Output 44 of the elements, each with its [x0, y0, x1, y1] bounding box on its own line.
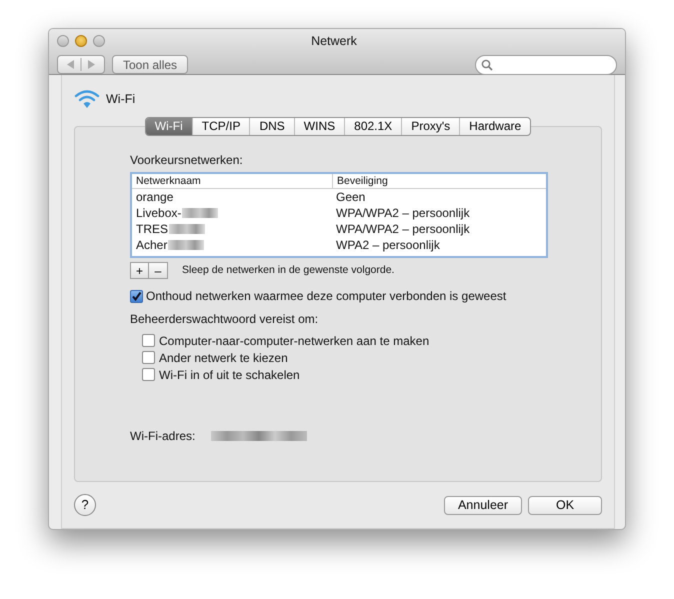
close-icon[interactable] [57, 35, 69, 48]
search-field[interactable] [475, 54, 617, 75]
show-all-button[interactable]: Toon alles [112, 55, 188, 74]
tab[interactable]: DNS [249, 118, 294, 135]
cancel-button[interactable]: Annuleer [444, 496, 522, 514]
window-title: Netwerk [310, 33, 358, 50]
network-list[interactable]: Netwerknaam Beveiliging orange Geen Livebox- WPA/WPA2 – persoonlijk TRES WPA/WPA2 – persoonlijk Acher WPA2 – persoonlijk [130, 172, 548, 258]
checkbox[interactable] [142, 351, 155, 364]
help-button[interactable]: ? [74, 494, 96, 516]
tab[interactable]: Wi-Fi [146, 118, 192, 135]
security-type: WPA/WPA2 – persoonlijk [335, 205, 471, 221]
tab[interactable]: TCP/IP [192, 118, 250, 135]
preferred-networks-label: Voorkeursnetwerken: [130, 152, 244, 169]
security-type: Geen [335, 189, 366, 205]
service-name: Wi-Fi [106, 90, 136, 108]
checkbox-label: Ander netwerk te kiezen [159, 350, 288, 366]
column-header[interactable]: Netwerknaam [132, 174, 332, 188]
search-icon [481, 58, 493, 71]
checkbox-label: Computer-naar-computer-netwerken aan te maken [159, 332, 430, 350]
column-header[interactable]: Beveiliging [332, 174, 546, 188]
tab[interactable]: WINS [294, 118, 344, 135]
admin-password-label: Beheerderswachtwoord vereist om: [130, 311, 320, 328]
checkbox[interactable] [130, 290, 143, 302]
security-type: WPA/WPA2 – persoonlijk [335, 221, 471, 237]
checkbox[interactable] [142, 334, 155, 347]
remove-button[interactable]: – [149, 262, 168, 279]
minimize-icon[interactable] [75, 35, 87, 48]
tab[interactable]: Proxy's [401, 118, 460, 135]
zoom-icon[interactable] [93, 35, 105, 48]
add-button[interactable]: + [130, 262, 149, 279]
wifi-address-label: Wi-Fi-adres: [130, 428, 196, 445]
checkbox-label: Onthoud netwerken waarmee deze computer verbonden is geweest [146, 288, 506, 305]
network-name: TRES [136, 221, 168, 237]
back-forward-control[interactable] [57, 55, 105, 74]
network-name: Livebox- [136, 205, 182, 221]
wifi-icon [74, 89, 100, 109]
hint-text: Sleep de netwerken in de gewenste volgorde. [182, 262, 394, 278]
ok-button[interactable]: OK [528, 496, 602, 514]
network-name: Acher [136, 237, 168, 253]
security-type: WPA2 – persoonlijk [335, 237, 441, 253]
checkbox-label: Wi-Fi in of uit te schakelen [159, 366, 300, 384]
tab[interactable]: 802.1X [344, 118, 402, 135]
network-name: orange [136, 189, 174, 205]
checkbox[interactable] [142, 368, 155, 381]
